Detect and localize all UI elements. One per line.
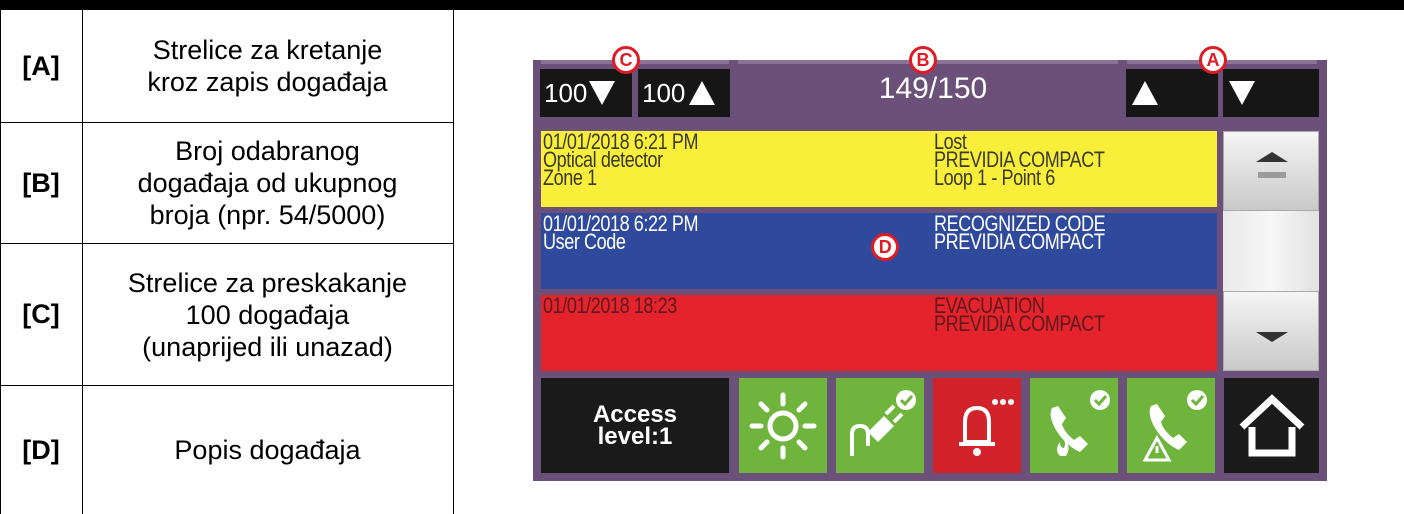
arrow-down-icon	[589, 81, 616, 105]
scroll-down-icon	[1256, 332, 1288, 342]
event-row-recognized-code[interactable]: 01/01/2018 6:22 PM User Code RECOGNIZED …	[541, 213, 1217, 289]
legend-line: Broj odabranog	[175, 136, 360, 166]
mains-power-button[interactable]	[836, 378, 924, 473]
callout-b: B	[909, 46, 937, 74]
callout-a: A	[1199, 46, 1227, 74]
power-status-button[interactable]	[739, 378, 827, 473]
legend-key: [D]	[22, 434, 60, 465]
legend-line: (unaprijed ili unazad)	[142, 331, 393, 362]
previous-event-button[interactable]	[1126, 69, 1218, 117]
legend-line: broja (npr. 54/5000)	[149, 200, 386, 230]
scroll-up-button[interactable]	[1223, 131, 1319, 211]
arrow-up-icon	[1132, 81, 1158, 105]
legend-description: Strelice za preskakanje 100 događaja (un…	[83, 244, 452, 385]
event-left-column: 01/01/2018 6:22 PM User Code	[543, 213, 699, 253]
legend-line: događaja od ukupnog	[137, 168, 398, 198]
top-rule	[0, 0, 1404, 10]
legend-table: [A] Strelice za kretanje kroz zapis doga…	[0, 10, 454, 514]
scroll-track[interactable]	[1223, 211, 1319, 291]
alarm-bell-button[interactable]	[933, 378, 1021, 473]
event-panel: PREVIDIA COMPACT	[934, 229, 1105, 254]
legend-row-c: [C] Strelice za preskakanje 100 događaja…	[0, 244, 454, 385]
legend-key: [C]	[22, 299, 60, 329]
legend-key: [A]	[22, 50, 60, 81]
jump-back-label: 100	[544, 77, 588, 108]
event-counter: 149/150	[878, 72, 988, 105]
jump-back-100-button[interactable]: 100	[540, 69, 632, 117]
legend-row-d: [D] Popis događaja	[0, 386, 454, 514]
power-plug-check-icon	[850, 389, 916, 456]
event-right-column: EVACUATION PREVIDIA COMPACT	[934, 295, 1105, 336]
fire-dialer-button[interactable]	[1030, 378, 1118, 473]
event-row-evacuation[interactable]: 01/01/2018 18:23 EVACUATION PREVIDIA COM…	[541, 295, 1217, 371]
phone-fire-check-icon	[1050, 389, 1110, 456]
event-scrollbar[interactable]	[1223, 131, 1319, 371]
event-left-column: 01/01/2018 6:21 PM Optical detector Zone…	[543, 131, 699, 189]
scroll-down-button[interactable]	[1223, 291, 1319, 371]
sun-icon	[749, 392, 817, 459]
event-row-lost[interactable]: 01/01/2018 6:21 PM Optical detector Zone…	[541, 131, 1217, 207]
bell-alarm-icon	[959, 398, 1014, 456]
next-event-button[interactable]	[1223, 69, 1319, 117]
arrow-up-icon	[689, 81, 716, 105]
legend-row-b: [B] Broj odabranog događaja od ukupnog b…	[0, 123, 454, 243]
legend-line: Popis događaja	[174, 435, 361, 465]
legend-row-a: [A] Strelice za kretanje kroz zapis doga…	[0, 10, 454, 122]
legend-description: Broj odabranog događaja od ukupnog broja…	[83, 123, 452, 243]
legend-line: Strelice za kretanje	[152, 35, 383, 65]
legend-description: Popis događaja	[83, 386, 452, 514]
legend-key: [B]	[22, 167, 60, 198]
legend-line: kroz zapis događaja	[147, 67, 388, 97]
access-level-button[interactable]: Access level:1	[541, 378, 729, 473]
callout-c: C	[612, 46, 640, 74]
legend-line: 100 događaja	[185, 299, 350, 330]
jump-forward-100-button[interactable]: 100	[638, 69, 730, 117]
callout-d: D	[871, 233, 899, 261]
home-icon	[1239, 393, 1304, 456]
jump-forward-label: 100	[642, 77, 686, 108]
scroll-up-icon	[1256, 152, 1288, 178]
arrow-down-icon	[1229, 81, 1255, 105]
access-level-value: level:1	[597, 422, 673, 450]
event-right-column: Lost PREVIDIA COMPACT Loop 1 - Point 6	[934, 131, 1105, 189]
fault-dialer-button[interactable]	[1127, 378, 1215, 473]
event-panel: PREVIDIA COMPACT	[934, 311, 1105, 336]
event-timestamp: 01/01/2018 18:23	[543, 293, 677, 318]
event-right-column: RECOGNIZED CODE PREVIDIA COMPACT	[934, 213, 1106, 254]
home-button[interactable]	[1224, 378, 1319, 473]
legend-line: Strelice za preskakanje	[127, 267, 408, 298]
event-log-panel: 100 100 149/150 C B A 01/01/2018 6:21 PM…	[533, 46, 1327, 481]
event-left-column: 01/01/2018 18:23	[543, 293, 677, 318]
legend-description: Strelice za kretanje kroz zapis događaja	[83, 10, 452, 122]
phone-warning-check-icon	[1142, 389, 1207, 461]
